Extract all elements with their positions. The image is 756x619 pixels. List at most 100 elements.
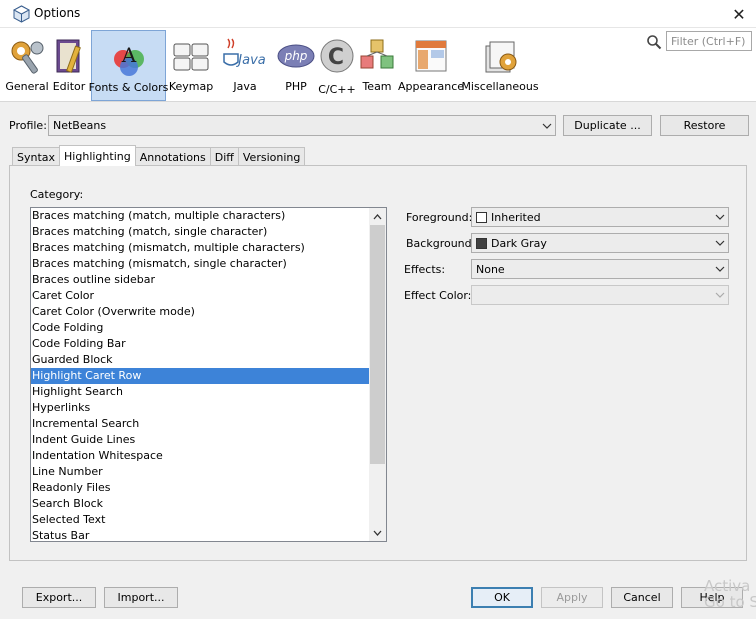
category-list-item[interactable]: Braces outline sidebar: [31, 272, 369, 288]
chevron-down-icon: [712, 260, 728, 278]
category-java[interactable]: Java Java: [218, 30, 272, 101]
activation-watermark: Activa Go to S: [704, 578, 756, 610]
miscellaneous-icon: [485, 41, 517, 73]
tab-syntax[interactable]: Syntax: [12, 147, 61, 167]
profile-label: Profile:: [9, 119, 47, 132]
svg-text:php: php: [284, 49, 308, 63]
tab-annotations[interactable]: Annotations: [134, 147, 211, 167]
category-list-item[interactable]: Braces matching (mismatch, single charac…: [31, 256, 369, 272]
category-list-item[interactable]: Caret Color: [31, 288, 369, 304]
category-toolbar: General Editor A Fonts & Colors Keymap J…: [0, 28, 756, 102]
category-list-item[interactable]: Search Block: [31, 496, 369, 512]
svg-text:A: A: [120, 43, 136, 67]
background-value: Dark Gray: [491, 236, 547, 250]
team-icon: [360, 39, 394, 69]
foreground-value: Inherited: [491, 210, 541, 224]
category-appearance[interactable]: Appearance: [397, 30, 465, 101]
filter-search-input[interactable]: [666, 31, 752, 51]
category-list-item[interactable]: Highlight Search: [31, 384, 369, 400]
category-list-item[interactable]: Status Bar: [31, 528, 369, 541]
category-team[interactable]: Team: [359, 30, 395, 101]
category-list-item[interactable]: Braces matching (mismatch, multiple char…: [31, 240, 369, 256]
category-list-item[interactable]: Indent Guide Lines: [31, 432, 369, 448]
effect-color-select: [471, 285, 729, 305]
svg-text:C: C: [328, 45, 344, 70]
foreground-select[interactable]: Inherited: [471, 207, 729, 227]
scroll-up-icon[interactable]: [369, 208, 386, 225]
cancel-button[interactable]: Cancel: [611, 587, 673, 608]
title-bar: Options ✕: [0, 0, 756, 28]
close-icon[interactable]: ✕: [722, 0, 756, 28]
effects-value: None: [476, 262, 505, 276]
effect-color-label: Effect Color:: [404, 289, 472, 302]
cpp-icon: C: [320, 39, 354, 73]
vertical-scrollbar[interactable]: [369, 208, 386, 541]
chevron-down-icon: [712, 286, 728, 304]
category-php[interactable]: php PHP: [277, 30, 315, 101]
options-cube-icon: [13, 5, 30, 23]
java-icon: Java: [223, 38, 266, 68]
category-label: General: [5, 80, 49, 93]
window-title: Options: [34, 6, 81, 20]
restore-button[interactable]: Restore: [660, 115, 749, 136]
category-label: Fonts & Colors: [88, 81, 169, 94]
category-list-item[interactable]: Readonly Files: [31, 480, 369, 496]
category-general[interactable]: General: [5, 30, 49, 101]
category-miscellaneous[interactable]: Miscellaneous: [461, 30, 539, 101]
editor-icon: [56, 39, 81, 73]
watermark-line: Go to S: [704, 593, 756, 611]
category-keymap[interactable]: Keymap: [168, 30, 214, 101]
category-list-item[interactable]: Guarded Block: [31, 352, 369, 368]
category-label: Miscellaneous: [461, 80, 539, 93]
search-icon: [647, 35, 662, 50]
category-list-item[interactable]: Line Number: [31, 464, 369, 480]
chevron-down-icon: [712, 234, 728, 252]
category-fonts-colors[interactable]: A Fonts & Colors: [88, 30, 169, 101]
general-icon: [11, 41, 44, 74]
scrollbar-thumb[interactable]: [370, 225, 385, 464]
category-list-item[interactable]: Selected Text: [31, 512, 369, 528]
category-list-item[interactable]: Hyperlinks: [31, 400, 369, 416]
background-select[interactable]: Dark Gray: [471, 233, 729, 253]
category-label: Appearance: [397, 80, 465, 93]
category-cpp[interactable]: C C/C++: [318, 30, 356, 101]
category-label: PHP: [285, 80, 307, 93]
export-button[interactable]: Export...: [22, 587, 96, 608]
profile-select-value: NetBeans: [53, 119, 107, 132]
chevron-down-icon: [539, 116, 555, 135]
ok-button[interactable]: OK: [471, 587, 533, 608]
apply-button: Apply: [541, 587, 603, 608]
category-list-item[interactable]: Code Folding: [31, 320, 369, 336]
effects-select[interactable]: None: [471, 259, 729, 279]
duplicate-button[interactable]: Duplicate ...: [563, 115, 652, 136]
keymap-icon: [173, 43, 209, 71]
tab-diff[interactable]: Diff: [209, 147, 239, 167]
category-list-item[interactable]: Braces matching (match, multiple charact…: [31, 208, 369, 224]
tab-versioning[interactable]: Versioning: [237, 147, 306, 167]
category-label: Keymap: [168, 80, 214, 93]
category-list-item[interactable]: Highlight Caret Row: [31, 368, 369, 384]
profile-select[interactable]: NetBeans: [48, 115, 556, 136]
foreground-label: Foreground:: [406, 211, 473, 224]
category-list-item[interactable]: Braces matching (match, single character…: [31, 224, 369, 240]
tab-strip: Syntax Highlighting Annotations Diff Ver…: [12, 145, 306, 167]
category-list-item[interactable]: Caret Color (Overwrite mode): [31, 304, 369, 320]
category-label: Team: [362, 80, 392, 93]
category-label: Java: [233, 80, 257, 93]
category-list-items: Braces matching (match, multiple charact…: [31, 208, 386, 541]
svg-text:Java: Java: [235, 53, 265, 68]
background-label: Background:: [406, 237, 476, 250]
category-list[interactable]: Braces matching (match, multiple charact…: [30, 207, 387, 542]
chevron-down-icon: [712, 208, 728, 226]
category-list-label: Category:: [30, 188, 84, 201]
import-button[interactable]: Import...: [104, 587, 178, 608]
effects-label: Effects:: [404, 263, 446, 276]
category-editor[interactable]: Editor: [50, 30, 88, 101]
scroll-down-icon[interactable]: [369, 524, 386, 541]
category-label: Editor: [52, 80, 86, 93]
category-list-item[interactable]: Indentation Whitespace: [31, 448, 369, 464]
foreground-swatch: [476, 211, 487, 223]
category-list-item[interactable]: Incremental Search: [31, 416, 369, 432]
category-list-item[interactable]: Code Folding Bar: [31, 336, 369, 352]
tab-highlighting[interactable]: Highlighting: [59, 145, 136, 166]
